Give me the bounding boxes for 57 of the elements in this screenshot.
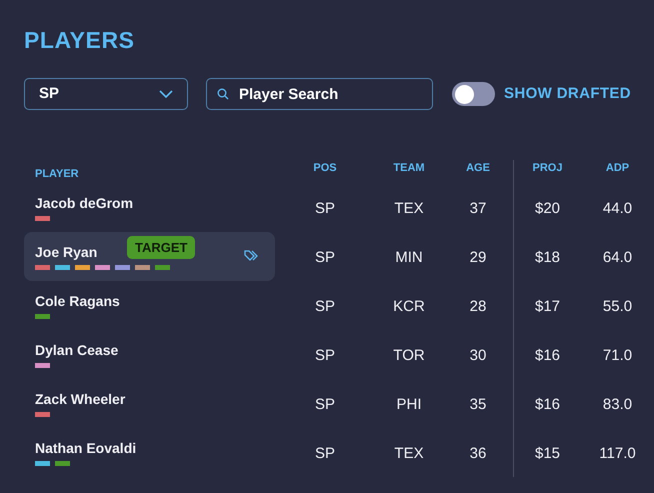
player-card[interactable]: Joe Ryan TARGET xyxy=(24,232,275,281)
tags-icon[interactable] xyxy=(244,250,258,262)
target-badge: TARGET xyxy=(127,236,196,259)
table-cell-text: SP xyxy=(314,248,335,268)
table-cell-text: 30 xyxy=(470,346,486,366)
table-cell-text: SP xyxy=(314,444,335,464)
table-cell-text: TEX xyxy=(394,199,424,220)
player-entry[interactable]: Jacob deGrom xyxy=(24,183,275,232)
table-cell-text: 44.0 xyxy=(602,199,632,220)
table-cell-text: $15 xyxy=(534,444,560,464)
table-cell-text: 83.0 xyxy=(602,395,632,416)
table-cell-text: SP xyxy=(314,199,335,220)
column-header[interactable]: TEAM xyxy=(393,160,425,176)
table-cell-text: $18 xyxy=(534,248,560,268)
column-header[interactable]: AGE xyxy=(466,160,490,176)
toggle-switch[interactable] xyxy=(452,82,495,106)
table-cell-text: 29 xyxy=(470,248,486,268)
column-header[interactable]: ADP xyxy=(606,160,630,176)
table-cell-text: 36 xyxy=(470,444,486,464)
column-header[interactable]: PROJ xyxy=(532,160,562,176)
table-cell-text: 37 xyxy=(470,199,486,220)
player-name: Jacob deGrom xyxy=(35,194,134,210)
player-name: Joe Ryan xyxy=(35,244,98,260)
table-cell-text: 71.0 xyxy=(602,346,632,366)
table-cell-text: TOR xyxy=(393,346,425,366)
player-name: Dylan Cease xyxy=(35,342,118,358)
toggle-label: SHOW DRAFTED xyxy=(504,84,631,104)
table-cell-text: $20 xyxy=(534,199,560,220)
player-name: Zack Wheeler xyxy=(35,390,126,406)
column-header[interactable]: POS xyxy=(313,160,337,176)
table-cell-text: SP xyxy=(314,297,335,318)
player-entry[interactable]: Cole Ragans xyxy=(24,281,275,330)
player-entry[interactable]: Dylan Cease xyxy=(24,330,275,379)
table-cell-text: TEX xyxy=(394,444,424,464)
table-cell-text: $17 xyxy=(534,297,560,318)
table-cell-text: MIN xyxy=(395,248,423,268)
table-cell-text: 64.0 xyxy=(602,248,632,268)
table-cell-text: 117.0 xyxy=(599,444,636,464)
table-cell-text: $16 xyxy=(534,395,560,416)
table-cell-text: PHI xyxy=(396,395,422,416)
position-select[interactable]: SP xyxy=(24,78,188,110)
chevron-down-icon xyxy=(159,90,173,98)
table-cell-text: SP xyxy=(314,346,335,366)
player-name: Cole Ragans xyxy=(35,292,120,308)
table-cell-text: 35 xyxy=(470,395,486,416)
table-cell-text: 55.0 xyxy=(602,297,632,318)
player-name: Nathan Eovaldi xyxy=(35,440,136,456)
column-header[interactable]: PLAYER xyxy=(35,166,79,182)
search-icon xyxy=(217,88,229,100)
page-title: PLAYERS xyxy=(24,26,135,54)
table-cell-text: KCR xyxy=(393,297,425,318)
table-cell-text: SP xyxy=(314,395,335,416)
table-cell-text: $16 xyxy=(534,346,560,366)
player-entry[interactable]: Nathan Eovaldi xyxy=(24,428,275,477)
table-cell-text: 28 xyxy=(470,297,486,318)
player-entry[interactable]: Zack Wheeler xyxy=(24,379,275,428)
search-field[interactable]: Player Search xyxy=(206,78,433,110)
